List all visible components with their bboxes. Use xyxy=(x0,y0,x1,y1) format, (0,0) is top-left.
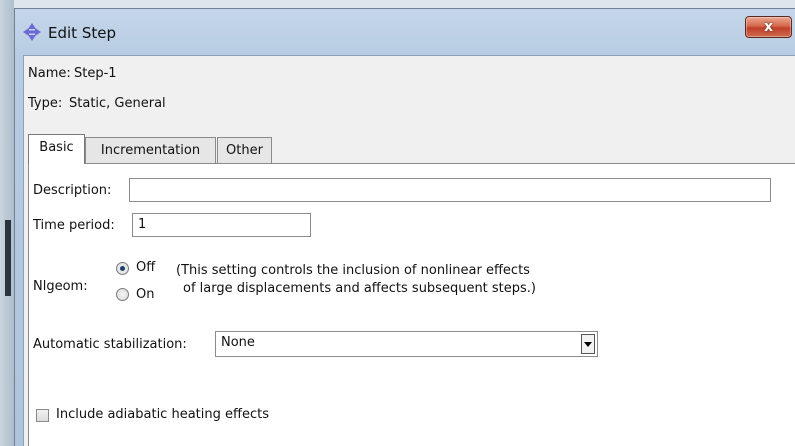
radio-selected-dot xyxy=(120,266,125,271)
close-button[interactable]: x xyxy=(745,16,792,38)
tab-incrementation[interactable]: Incrementation xyxy=(85,137,216,164)
time-period-label: Time period: xyxy=(33,218,115,233)
background-window-edge xyxy=(0,0,14,446)
move-arrows-icon xyxy=(23,23,41,41)
nlgeom-off-label[interactable]: Off xyxy=(136,260,155,275)
automatic-stabilization-label: Automatic stabilization: xyxy=(33,337,187,352)
nlgeom-label: Nlgeom: xyxy=(33,279,88,294)
nlgeom-note-line2: of large displacements and affects subse… xyxy=(183,281,537,296)
nlgeom-off-radio[interactable] xyxy=(116,262,129,275)
close-icon: x xyxy=(763,19,774,35)
step-type-label: Type: xyxy=(28,96,63,111)
step-type-value: Static, General xyxy=(69,96,166,111)
chevron-down-icon[interactable] xyxy=(581,334,595,354)
dialog-body: Name: Step-1 Type: Static, General Basic… xyxy=(23,55,795,446)
time-period-field[interactable]: 1 xyxy=(132,213,311,237)
nlgeom-note-line1: (This setting controls the inclusion of … xyxy=(176,263,530,278)
nlgeom-on-radio[interactable] xyxy=(116,288,129,301)
background-window-shadow xyxy=(5,220,11,296)
title-bar[interactable]: Edit Step x xyxy=(15,9,795,49)
tab-other[interactable]: Other xyxy=(217,137,272,164)
dialog-title: Edit Step xyxy=(48,24,116,42)
description-label: Description: xyxy=(33,183,112,198)
edit-step-dialog: Edit Step x Name: Step-1 Type: Static, G… xyxy=(14,8,795,446)
description-field[interactable] xyxy=(129,178,771,202)
automatic-stabilization-select[interactable]: None xyxy=(215,331,598,357)
step-name-value: Step-1 xyxy=(74,66,117,81)
adiabatic-heating-checkbox[interactable] xyxy=(36,409,49,422)
tab-basic[interactable]: Basic xyxy=(28,134,85,164)
basic-tab-panel: Description: Time period: 1 Nlgeom: Off … xyxy=(28,163,795,446)
nlgeom-on-label[interactable]: On xyxy=(136,287,154,302)
step-name-label: Name: xyxy=(28,66,71,81)
adiabatic-heating-label[interactable]: Include adiabatic heating effects xyxy=(56,407,269,422)
automatic-stabilization-value: None xyxy=(221,335,255,350)
